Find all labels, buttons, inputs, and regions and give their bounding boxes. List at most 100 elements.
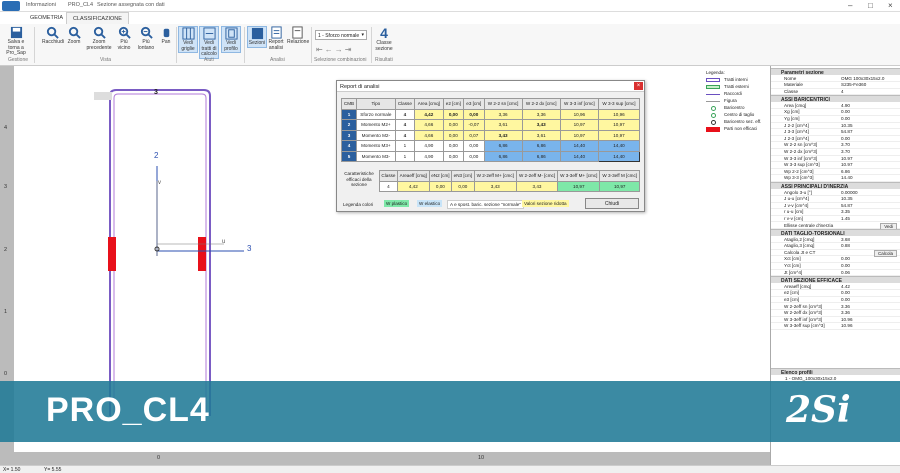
panel-row[interactable]: W 3-3 inf [cm^3] 10.97 [771,156,900,163]
panel-row-value: 54.87 [841,129,853,135]
panel-row[interactable]: Classe 4 [771,89,900,96]
panel-section-title[interactable]: ASSI PRINCIPALI D'INERZIA [771,182,900,190]
panel-section-title[interactable]: ASSI BARICENTRICI [771,95,900,103]
panel-row[interactable]: J v-v [cm^4] 54.87 [771,203,900,210]
non-effective-part-right [198,237,206,271]
zoom-out-button[interactable]: Più lontano [136,26,156,51]
panel-row-key: Nome [784,75,797,81]
col-header: W 3-3eff M+ [cmc] [557,170,601,182]
panel-row[interactable]: Calcola Jt e CT Calcola [771,249,900,257]
zoom-in-button[interactable]: Più vicino [114,26,134,51]
zoom-in-icon [118,26,131,39]
panel-row[interactable]: W 2-2 sn [cm^3] 3.70 [771,142,900,149]
title-bar: Informazioni PRO_CL4 Sezione assegnata c… [0,0,900,12]
panel-section-title[interactable]: Parametri sezione [771,68,900,76]
panel-row-key: Ellisse centrale d'inerzia [784,222,834,228]
show-calc-lines-label: Vedi tratti di calcolo [201,40,217,57]
combination-nav-arrows[interactable]: ⇤←→⇥ [316,45,353,54]
chiudi-button[interactable]: Chiudi [585,198,639,209]
panel-row[interactable]: r v-v [cm] 1.45 [771,216,900,223]
ruler-tick: 0 [157,455,161,461]
relazione-button[interactable]: Relazione [287,26,309,46]
group-analisi: Analisi [270,57,285,63]
panel-row[interactable]: Nome OMG 100x30x15x2.0 [771,76,900,83]
sezioni-button[interactable]: Sezioni [247,26,267,48]
ruler-tick: 2 [4,247,8,253]
drawing-legend: Legenda: Tratti interni Tratti esterni R… [706,70,770,144]
panel-row-value: 0.00 [841,116,850,121]
tab-geometria[interactable]: GEOMETRIA [24,12,69,24]
cell: Sforzo normale [355,108,396,120]
panel-row[interactable]: Wp 3-3 [cm^3] 14.40 [771,175,900,182]
maximize-icon[interactable]: □ [868,1,873,10]
panel-row[interactable]: W 2-2eff dx [cm^3] 3.36 [771,310,900,317]
close-icon[interactable]: × [888,1,893,10]
zoom-previous-button[interactable]: Zoom precedente [86,26,112,51]
zoom-button[interactable]: Zoom [64,26,84,46]
calc-lines-icon [202,27,216,40]
panel-row-value: 4.42 [841,283,850,289]
table-row[interactable]: 3 Momento M2- 4 4,66 0,00 0,07 3,43 3,61 10,97 10… [341,129,641,141]
panel-row[interactable]: Area [cmq] 4.90 [771,103,900,110]
panel-section-title[interactable]: DATI SEZIONE EFFICACE [771,276,900,284]
panel-row[interactable]: J 3-3 [cm^4] 54.87 [771,129,900,136]
show-profile-toggle[interactable]: Vedi profilo [221,26,241,53]
save-return-button[interactable]: Salva e torna a Pro_Sap [3,26,29,57]
panel-row[interactable]: W 2-2eff sn [cm^3] 3.36 [771,304,900,311]
panel-row-value: 10.96 [841,323,853,329]
panel-row[interactable]: Angolo 3-u [°] 0.00000 [771,190,900,197]
sezioni-label: Sezioni [248,40,266,46]
panel-row[interactable]: r u-u [cm] 3.35 [771,209,900,216]
combination-select[interactable]: 1 - Sforzo normale ▾ [315,30,367,40]
panel-row[interactable]: J u-u [cm^4] 10.35 [771,196,900,203]
tab-classificazione[interactable]: CLASSIFICAZIONE [66,12,129,24]
panel-row[interactable]: Materiale S235-Fe360 [771,82,900,89]
classe-sezione-button[interactable]: 4 Classe sezione [372,26,396,52]
panel-row[interactable]: Ataglio,3 [cmq] 0.88 [771,243,900,250]
panel-row[interactable]: e2 [cm] 0.00 [771,290,900,297]
panel-row[interactable]: Jt [cm^4] 0.06 [771,270,900,277]
table-row[interactable]: 4 Momento M3+ 1 4,90 0,00 0,00 6,86 6,86 14,40 14… [341,140,641,152]
pan-button[interactable]: Pan [156,26,176,46]
panel-row[interactable]: Ellisse centrale d'inerzia Vedi [771,222,900,230]
cell: 0,00 [442,119,465,131]
panel-row[interactable]: W 3-3eff sup [cm^3] 10.96 [771,323,900,330]
panel-row[interactable]: W 3-3 sup [cm^3] 10.97 [771,162,900,169]
panel-row-value: 4 [841,88,844,94]
section-icon [251,27,263,40]
panel-row-key: J 3-3 [cm^4] [784,129,809,135]
dialog-close-button[interactable]: × [634,82,643,90]
racchiudi-button[interactable]: Racchiudi [42,26,64,46]
panel-row[interactable]: W 2-2 dx [cm^3] 3.70 [771,149,900,156]
panel-row[interactable]: J 2-2 [cm^4] 10.35 [771,123,900,130]
cell: 4 [379,180,398,192]
table-row[interactable]: 5 Momento M3- 1 4,90 0,00 0,00 6,86 6,86 14,40 14… [341,150,641,162]
axis-u-label: u [222,239,226,245]
zoom-icon [68,26,81,39]
panel-row[interactable]: Yct [cm] 0.00 [771,263,900,270]
panel-row-key: Classe [784,88,799,94]
table-row[interactable]: 2 Momento M2+ 4 4,66 0,00 -0,07 3,61 3,43 10,97 1… [341,119,641,131]
document-icon [291,26,303,39]
show-calc-lines-toggle[interactable]: Vedi tratti di calcolo [199,26,219,59]
panel-row[interactable]: J 2-3 [cm^4] 0.00 [771,136,900,143]
panel-row[interactable]: Xg [cm] 0.00 [771,109,900,116]
panel-row[interactable]: Wp 2-2 [cm^3] 6.86 [771,169,900,176]
panel-row[interactable]: Ataglio,2 [cmq] 3.68 [771,237,900,244]
minimize-icon[interactable]: – [848,1,852,10]
panel-row-key: Area [cmq] [784,102,807,108]
info-menu[interactable]: Informazioni [26,2,56,8]
table-row[interactable]: 1 Sforzo normale 4 4,42 0,00 0,00 3,36 3,36 10,9… [341,108,641,120]
legend-label: Raccordi [724,91,742,96]
report-analysis-button[interactable]: Report analisi [266,26,286,51]
zoom-label: Zoom [67,39,81,45]
panel-row[interactable]: Yg [cm] 0.00 [771,116,900,123]
cell: 6,86 [521,150,561,162]
show-grid-toggle[interactable]: Vedi griglie [178,26,198,53]
panel-row[interactable]: e3 [cm] 0.00 [771,297,900,304]
legend-label: Tratti esterni [724,84,749,89]
panel-section-title[interactable]: DATI TAGLIO-TORSIONALI [771,229,900,237]
panel-row[interactable]: W 3-3eff inf [cm^3] 10.96 [771,317,900,324]
panel-row[interactable]: Areaeff [cmq] 4.42 [771,284,900,291]
panel-row[interactable]: Xct [cm] 0.00 [771,256,900,263]
